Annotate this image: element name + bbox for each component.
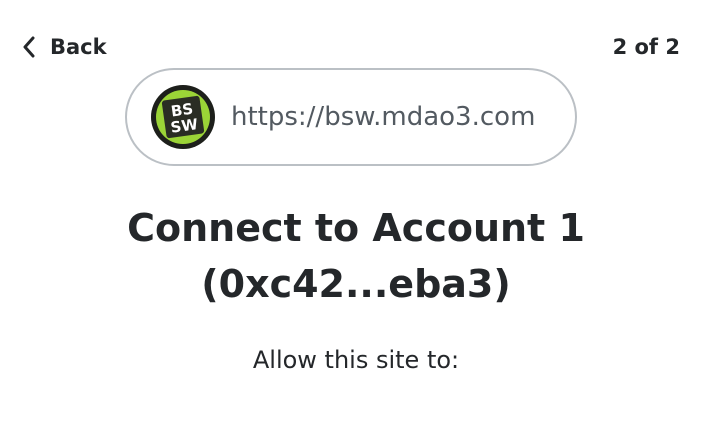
chevron-left-icon bbox=[22, 36, 36, 58]
back-button[interactable]: Back bbox=[22, 28, 107, 66]
site-logo-text-bottom: SW bbox=[169, 115, 199, 137]
header-bar: Back 2 of 2 bbox=[0, 28, 712, 66]
title-account-address: (0xc42...eba3) bbox=[201, 262, 511, 306]
permissions-subtitle: Allow this site to: bbox=[252, 346, 460, 374]
site-logo-icon: BS SW bbox=[151, 85, 215, 149]
site-url: https://bsw.mdao3.com bbox=[231, 102, 536, 132]
title-account-name: Connect to Account 1 bbox=[127, 206, 585, 250]
connect-page: Back 2 of 2 BS SW https://bsw.mdao3.com … bbox=[0, 0, 712, 432]
site-origin-pill: BS SW https://bsw.mdao3.com bbox=[125, 68, 577, 166]
back-label: Back bbox=[50, 35, 107, 59]
page-counter: 2 of 2 bbox=[612, 35, 680, 59]
page-title: Connect to Account 1 (0xc42...eba3) bbox=[0, 200, 712, 312]
